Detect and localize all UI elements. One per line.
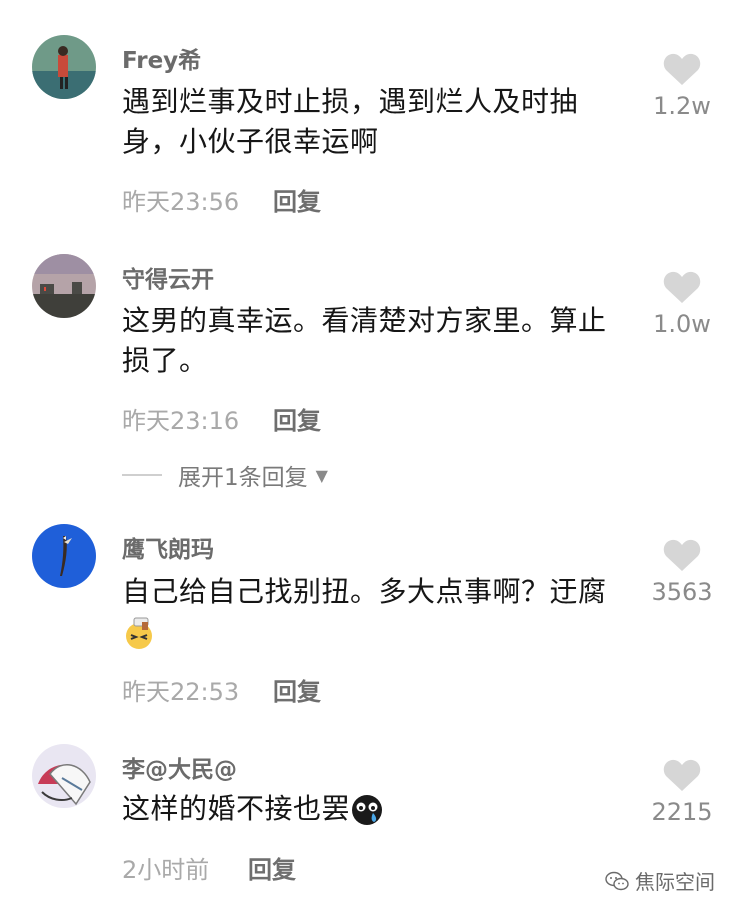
like-button[interactable]: 2215 xyxy=(642,758,722,826)
avatar-image xyxy=(32,35,96,99)
comment-text: 这样的婚不接也罢 xyxy=(122,789,612,829)
like-button[interactable]: 3563 xyxy=(642,538,722,606)
comment-username[interactable]: Frey希 xyxy=(122,41,201,75)
expand-replies-button[interactable]: 展开1条回复 ▼ xyxy=(122,458,328,492)
comment-username[interactable]: 李@大民@ xyxy=(122,750,237,784)
comment-text-content: 自己给自己找别扭。多大点事啊？迂腐 xyxy=(122,575,607,608)
reply-button[interactable]: 回复 xyxy=(248,850,296,885)
wechat-icon xyxy=(605,871,629,890)
avatar-image xyxy=(32,744,96,808)
comment-time: 昨天23:56 xyxy=(122,188,240,216)
comment-text-content: 这样的婚不接也罢 xyxy=(122,792,351,825)
reply-button[interactable]: 回复 xyxy=(273,401,321,436)
reply-button[interactable]: 回复 xyxy=(273,182,321,217)
comment-username[interactable]: 鹰飞朗玛 xyxy=(122,530,214,564)
comment-time: 昨天22:53 xyxy=(122,678,240,706)
comment-time: 2小时前 xyxy=(122,856,210,884)
heart-icon xyxy=(663,271,701,303)
heart-icon xyxy=(663,539,701,571)
like-count: 2215 xyxy=(651,798,713,826)
crying-emoji-icon xyxy=(352,795,383,825)
heart-icon xyxy=(663,53,701,85)
comment-text: 这男的真幸运。看清楚对方家里。算止损了。 xyxy=(122,304,607,377)
like-button[interactable]: 1.0w xyxy=(642,270,722,338)
watermark-text: 焦际空间 xyxy=(635,870,715,894)
heart-icon xyxy=(663,759,701,791)
avatar-image xyxy=(32,254,96,318)
like-count: 1.2w xyxy=(653,92,711,120)
avatar[interactable] xyxy=(32,524,96,588)
comment-time: 昨天23:16 xyxy=(122,407,240,435)
like-count: 3563 xyxy=(651,578,713,606)
divider xyxy=(122,474,162,476)
avatar-image xyxy=(32,524,96,588)
avatar[interactable] xyxy=(32,254,96,318)
avatar[interactable] xyxy=(32,744,96,808)
comment-text: 遇到烂事及时止损，遇到烂人及时抽身，小伙子很幸运啊 xyxy=(122,85,579,158)
like-count: 1.0w xyxy=(653,310,711,338)
avatar[interactable] xyxy=(32,35,96,99)
comment-username[interactable]: 守得云开 xyxy=(122,260,214,294)
watermark: 焦际空间 xyxy=(605,866,715,895)
reply-button[interactable]: 回复 xyxy=(273,672,321,707)
expand-replies-label: 展开1条回复 xyxy=(178,465,308,491)
caret-down-icon: ▼ xyxy=(315,465,328,485)
like-button[interactable]: 1.2w xyxy=(642,52,722,120)
helpless-emoji-icon xyxy=(126,617,152,649)
comment-text: 自己给自己找别扭。多大点事啊？迂腐 xyxy=(122,572,612,652)
